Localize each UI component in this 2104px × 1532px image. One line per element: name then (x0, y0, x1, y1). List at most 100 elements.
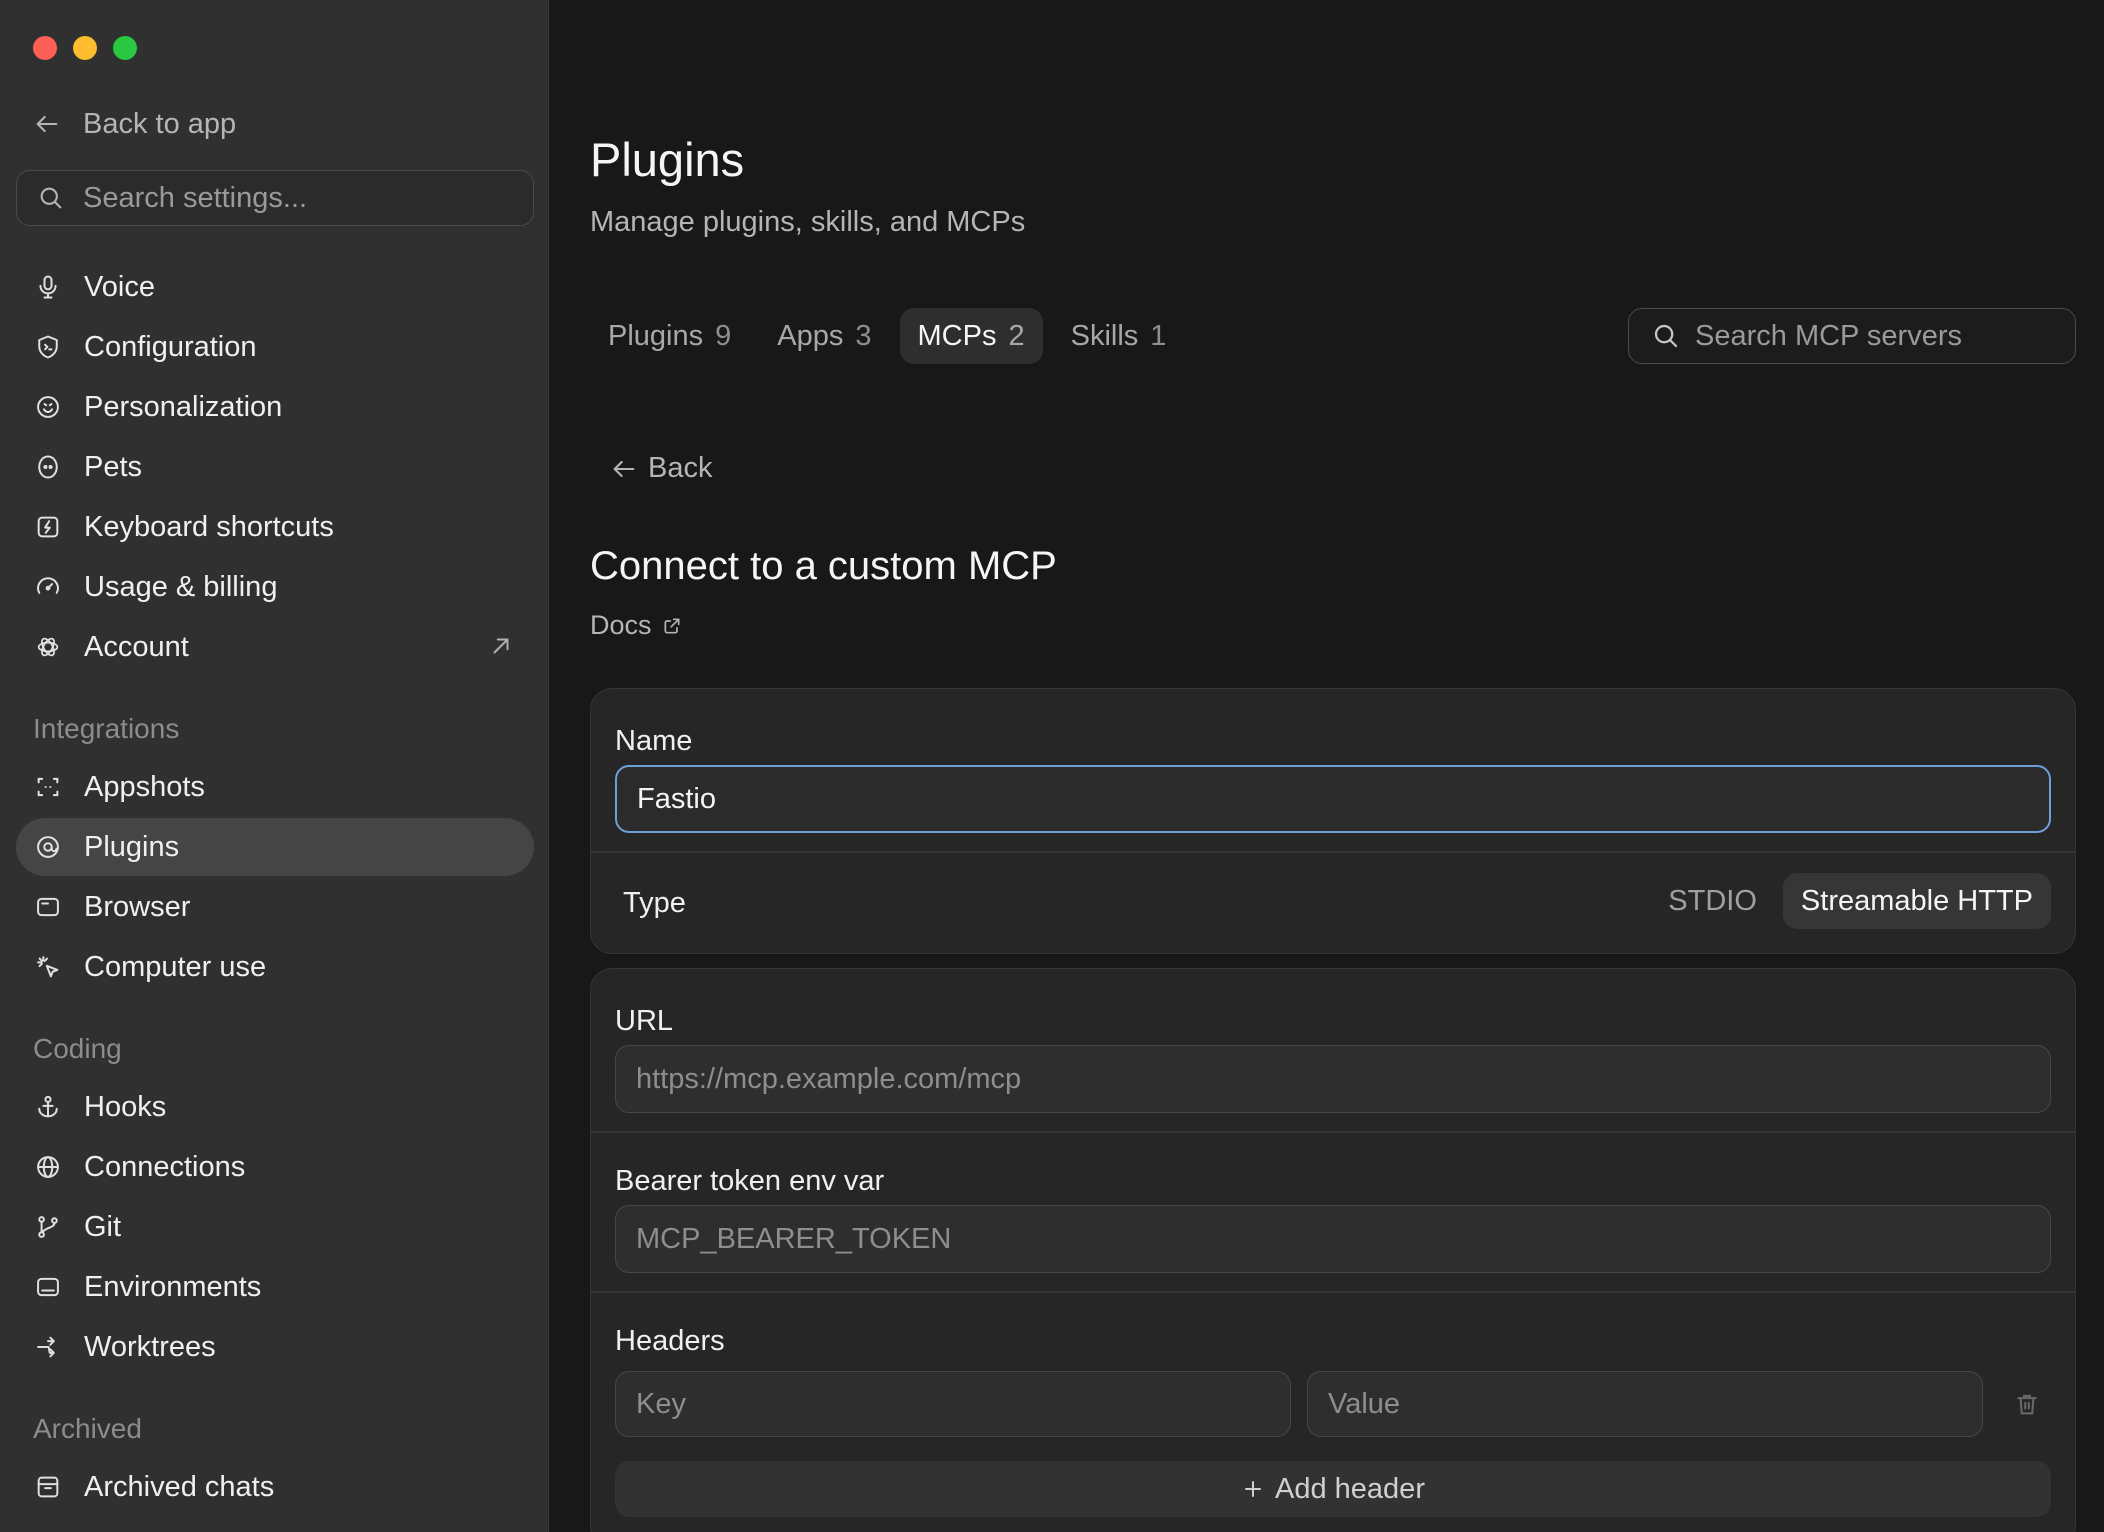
openai-logo-icon (37, 637, 59, 657)
bearer-token-input[interactable] (615, 1205, 2051, 1273)
arrow-up-right-icon (493, 638, 509, 654)
cursor-click-icon (37, 956, 59, 978)
tab-mcps[interactable]: MCPs 2 (899, 308, 1043, 364)
tab-count: 9 (715, 319, 732, 352)
sidebar-item-environments[interactable]: Environments (16, 1258, 534, 1316)
sidebar-item-appshots[interactable]: Appshots (16, 758, 534, 816)
name-label: Name (615, 725, 693, 757)
section-label-coding: Coding (33, 1033, 122, 1064)
bearer-label: Bearer token env var (615, 1165, 885, 1197)
settings-sidebar: Back to app Voice Configuration Personal… (0, 0, 549, 1532)
tab-label: Apps (777, 319, 844, 352)
sidebar-item-hooks[interactable]: Hooks (16, 1078, 534, 1136)
sidebar-item-label: Archived chats (84, 1470, 275, 1503)
browser-icon (37, 897, 59, 917)
sidebar-item-computer-use[interactable]: Computer use (16, 938, 534, 996)
card-divider (591, 1291, 2075, 1293)
sidebar-item-label: Connections (84, 1150, 246, 1183)
type-option-stdio[interactable]: STDIO (1650, 873, 1775, 929)
back-to-app-link[interactable]: Back to app (33, 104, 236, 144)
header-key-input[interactable] (615, 1371, 1291, 1437)
sidebar-item-connections[interactable]: Connections (16, 1138, 534, 1196)
sidebar-item-usage-billing[interactable]: Usage & billing (16, 558, 534, 616)
minimize-window-button[interactable] (73, 36, 97, 60)
tab-skills[interactable]: Skills 1 (1053, 308, 1185, 364)
sidebar-item-label: Usage & billing (84, 570, 278, 603)
tab-count: 3 (855, 319, 872, 352)
sidebar-item-label: Plugins (84, 830, 180, 863)
settings-main: Plugins Manage plugins, skills, and MCPs… (550, 0, 2104, 1532)
sidebar-item-keyboard-shortcuts[interactable]: Keyboard shortcuts (16, 498, 534, 556)
url-input[interactable] (615, 1045, 2051, 1113)
search-icon (40, 187, 62, 209)
sidebar-item-git[interactable]: Git (16, 1198, 534, 1256)
sidebar-item-label: Hooks (84, 1090, 167, 1123)
sidebar-item-label: Computer use (84, 950, 267, 983)
card-divider (591, 1131, 2075, 1133)
section-label-integrations: Integrations (33, 713, 180, 744)
arrow-left-icon (36, 115, 58, 133)
archive-icon (37, 1476, 59, 1498)
mcp-search[interactable] (1628, 308, 2076, 364)
headers-label: Headers (615, 1325, 725, 1357)
card-divider (591, 851, 2075, 853)
search-icon (1654, 324, 1678, 348)
add-header-label: Add header (1275, 1472, 1425, 1505)
sidebar-item-label: Environments (84, 1270, 262, 1303)
sidebar-item-label: Appshots (84, 770, 205, 803)
plus-icon (1245, 1481, 1262, 1497)
external-link-icon (664, 618, 680, 633)
sidebar-item-label: Worktrees (84, 1330, 216, 1363)
zoom-window-button[interactable] (113, 36, 137, 60)
sidebar-item-personalization[interactable]: Personalization (16, 378, 534, 436)
tab-plugins[interactable]: Plugins 9 (590, 308, 749, 364)
terminal-window-icon (37, 1277, 59, 1297)
connect-title: Connect to a custom MCP (590, 544, 1057, 588)
settings-search-input[interactable] (83, 181, 503, 215)
sidebar-item-worktrees[interactable]: Worktrees (16, 1318, 534, 1376)
back-label: Back (648, 452, 713, 484)
tab-count: 2 (1008, 319, 1025, 352)
sidebar-item-pets[interactable]: Pets (16, 438, 534, 496)
sidebar-item-label: Account (84, 630, 189, 663)
tab-apps[interactable]: Apps 3 (759, 308, 889, 364)
name-input[interactable] (615, 765, 2051, 833)
tab-label: MCPs (917, 319, 997, 352)
sidebar-item-archived-chats[interactable]: Archived chats (16, 1458, 534, 1516)
trash-icon[interactable] (2013, 1390, 2041, 1418)
anchor-icon (38, 1095, 58, 1118)
sidebar-item-browser[interactable]: Browser (16, 878, 534, 936)
add-header-button[interactable]: Add header (615, 1461, 2051, 1517)
plugin-tabs: Plugins 9 Apps 3 MCPs 2 Skills 1 (590, 308, 1184, 364)
git-branch-icon (38, 1216, 58, 1238)
type-label: Type (623, 887, 686, 919)
page-title: Plugins (590, 133, 745, 186)
keyboard-bolt-icon (37, 516, 59, 538)
docs-label: Docs (590, 610, 652, 640)
sidebar-item-label: Voice (84, 270, 155, 303)
docs-link[interactable]: Docs (590, 610, 682, 641)
type-toggle: STDIO Streamable HTTP (1650, 873, 2051, 929)
gauge-icon (37, 577, 59, 594)
close-window-button[interactable] (33, 36, 57, 60)
sidebar-item-voice[interactable]: Voice (16, 258, 534, 316)
sidebar-item-label: Personalization (84, 390, 283, 423)
sidebar-item-label: Git (84, 1210, 122, 1243)
worktree-icon (37, 1336, 55, 1358)
settings-search[interactable] (16, 170, 534, 226)
plugin-icon (37, 836, 59, 858)
sidebar-item-label: Keyboard shortcuts (84, 510, 334, 543)
type-option-streamable-http[interactable]: Streamable HTTP (1782, 873, 2051, 929)
sidebar-item-plugins[interactable]: Plugins (16, 818, 534, 876)
header-value-input[interactable] (1307, 1371, 1983, 1437)
section-label-archived: Archived (33, 1413, 142, 1444)
sidebar-item-account[interactable]: Account (16, 618, 534, 676)
tab-label: Plugins (608, 319, 704, 352)
back-button[interactable]: Back (610, 452, 712, 485)
pet-icon (38, 455, 58, 479)
mcp-search-input[interactable] (1695, 319, 2055, 353)
tab-label: Skills (1070, 319, 1139, 352)
back-to-app-label: Back to app (83, 107, 237, 140)
sidebar-item-configuration[interactable]: Configuration (16, 318, 534, 376)
smiley-icon (37, 396, 59, 418)
